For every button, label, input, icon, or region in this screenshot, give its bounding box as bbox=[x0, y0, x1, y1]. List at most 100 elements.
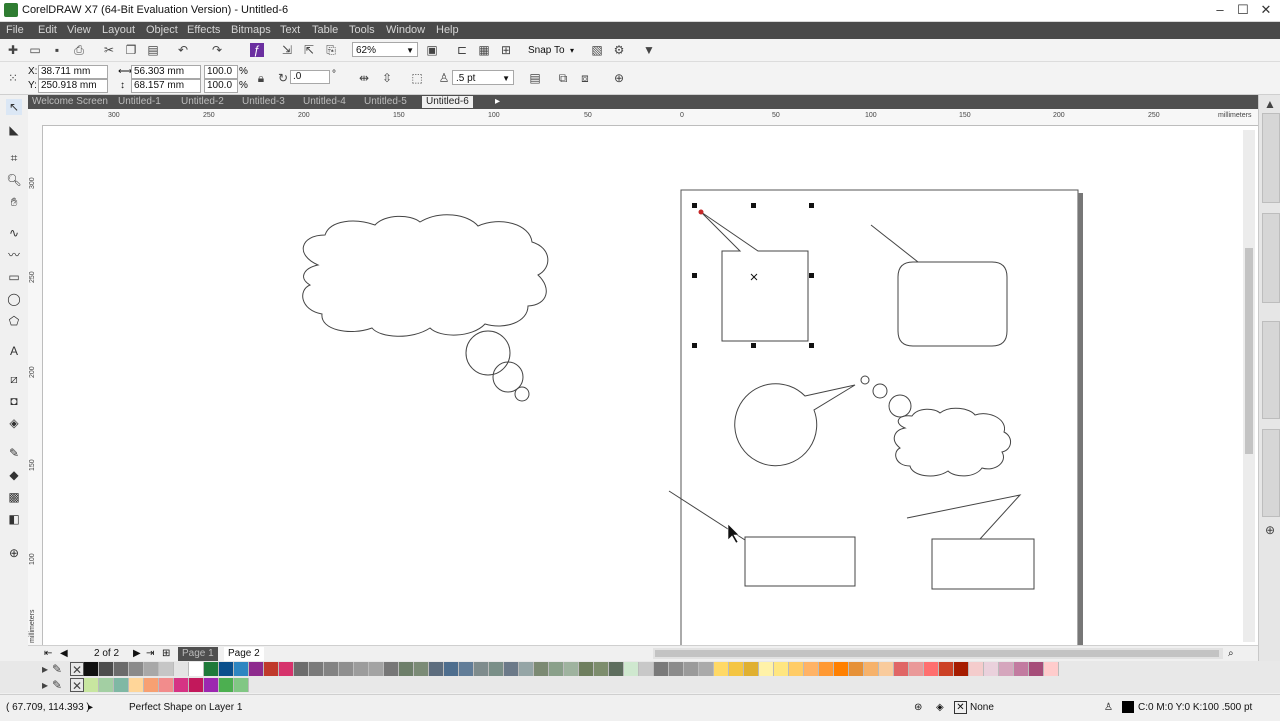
redo-icon[interactable]: ↷ bbox=[210, 43, 224, 57]
freehand-tool-icon[interactable]: ∿ bbox=[6, 225, 22, 241]
show-grid-icon[interactable]: ▦ bbox=[477, 43, 491, 57]
prev-page-icon[interactable]: ◀ bbox=[60, 647, 68, 661]
color-swatch[interactable] bbox=[1029, 662, 1044, 676]
color-swatch[interactable] bbox=[129, 662, 144, 676]
horizontal-scrollbar[interactable] bbox=[653, 648, 1223, 659]
show-rulers-icon[interactable]: ⊏ bbox=[455, 43, 469, 57]
color-swatch[interactable] bbox=[174, 662, 189, 676]
mirror-horizontal-icon[interactable]: ⇹ bbox=[357, 71, 371, 85]
tab-untitled-3[interactable]: Untitled-3 bbox=[238, 96, 289, 108]
color-swatch[interactable] bbox=[894, 662, 909, 676]
pick-tool-icon[interactable]: ↖ bbox=[6, 99, 22, 115]
mesh-fill-icon[interactable]: ▩ bbox=[6, 489, 22, 505]
color-swatch[interactable] bbox=[369, 662, 384, 676]
color-swatch[interactable] bbox=[879, 662, 894, 676]
object-width-field[interactable]: 56.303 mm bbox=[131, 65, 201, 79]
color-swatch[interactable] bbox=[444, 662, 459, 676]
color-swatch[interactable] bbox=[309, 662, 324, 676]
add-tool-icon[interactable]: ⊕ bbox=[6, 545, 22, 561]
thought-bubble-large[interactable] bbox=[465, 330, 511, 376]
show-guidelines-icon[interactable]: ⊞ bbox=[499, 43, 513, 57]
color-swatch[interactable] bbox=[114, 678, 129, 692]
color-swatch[interactable] bbox=[354, 662, 369, 676]
color-proofing-icon[interactable]: ⊛ bbox=[914, 701, 922, 714]
color-swatch[interactable] bbox=[849, 662, 864, 676]
text-tool-icon[interactable]: A bbox=[6, 343, 22, 359]
color-swatch[interactable] bbox=[909, 662, 924, 676]
cut-icon[interactable]: ✂ bbox=[102, 43, 116, 57]
no-color-swatch-icon[interactable]: ✕ bbox=[70, 678, 84, 693]
drawing-area[interactable] bbox=[43, 126, 1258, 645]
page-tab-page-2[interactable]: Page 2 bbox=[224, 647, 264, 661]
color-swatch[interactable] bbox=[294, 662, 309, 676]
application-launcher-icon[interactable]: ▼ bbox=[642, 43, 656, 57]
callout-tip-node[interactable] bbox=[698, 209, 704, 215]
color-swatch[interactable] bbox=[234, 662, 249, 676]
text-wrap-icon[interactable]: ▤ bbox=[528, 71, 542, 85]
color-swatch[interactable] bbox=[219, 662, 234, 676]
color-swatch[interactable] bbox=[669, 662, 684, 676]
x-position-field[interactable]: 38.711 mm bbox=[38, 65, 108, 79]
color-swatch[interactable] bbox=[819, 662, 834, 676]
color-swatch[interactable] bbox=[144, 662, 159, 676]
palette-row-primary[interactable] bbox=[84, 662, 1059, 676]
crop-tool-icon[interactable]: ⌗ bbox=[6, 150, 22, 166]
color-swatch[interactable] bbox=[714, 662, 729, 676]
menu-window[interactable]: Window bbox=[386, 23, 425, 38]
rotation-angle-field[interactable]: .0 bbox=[290, 70, 330, 84]
outline-width-dropdown[interactable]: .5 pt ▼ bbox=[452, 70, 514, 85]
color-swatch[interactable] bbox=[84, 662, 99, 676]
docker-tab-object-manager[interactable] bbox=[1262, 321, 1280, 419]
zoom-level-dropdown[interactable]: 62% ▼ bbox=[352, 42, 418, 57]
tab-welcome-screen[interactable]: Welcome Screen bbox=[28, 96, 112, 108]
search-content-icon[interactable]: ƒ bbox=[250, 43, 264, 57]
new-document-icon[interactable]: ✚ bbox=[6, 43, 20, 57]
shape-tool-icon[interactable]: ◣ bbox=[6, 122, 22, 138]
menu-edit[interactable]: Edit bbox=[38, 23, 57, 38]
menu-view[interactable]: View bbox=[67, 23, 91, 38]
tab-untitled-2[interactable]: Untitled-2 bbox=[177, 96, 228, 108]
import-icon[interactable]: ⇲ bbox=[280, 43, 294, 57]
color-swatch[interactable] bbox=[1014, 662, 1029, 676]
color-swatch[interactable] bbox=[204, 662, 219, 676]
color-swatch[interactable] bbox=[474, 662, 489, 676]
parallel-dimension-icon[interactable]: ⧄ bbox=[6, 371, 22, 387]
color-swatch[interactable] bbox=[174, 678, 189, 692]
color-swatch[interactable] bbox=[489, 662, 504, 676]
object-height-field[interactable]: 68.157 mm bbox=[131, 79, 201, 93]
options-icon[interactable]: ⚙ bbox=[612, 43, 626, 57]
color-swatch[interactable] bbox=[534, 662, 549, 676]
menu-file[interactable]: File bbox=[6, 23, 24, 38]
color-swatch[interactable] bbox=[159, 678, 174, 692]
color-swatch[interactable] bbox=[834, 662, 849, 676]
color-swatch[interactable] bbox=[429, 662, 444, 676]
color-swatch[interactable] bbox=[789, 662, 804, 676]
color-swatch[interactable] bbox=[954, 662, 969, 676]
color-swatch[interactable] bbox=[984, 662, 999, 676]
color-swatch[interactable] bbox=[624, 662, 639, 676]
color-swatch[interactable] bbox=[774, 662, 789, 676]
docker-tab-transformations[interactable] bbox=[1262, 429, 1280, 517]
tab-untitled-6[interactable]: Untitled-6 bbox=[422, 96, 473, 108]
smart-fill-icon[interactable]: ◧ bbox=[6, 511, 22, 527]
drop-shadow-icon[interactable]: ◘ bbox=[6, 393, 22, 409]
color-swatch[interactable] bbox=[864, 662, 879, 676]
zoom-fit-icon[interactable]: ⌕ bbox=[1228, 647, 1234, 661]
menu-effects[interactable]: Effects bbox=[187, 23, 220, 38]
color-swatch[interactable] bbox=[744, 662, 759, 676]
eyedropper-icon[interactable]: ✎ bbox=[6, 445, 22, 461]
pan-tool-icon[interactable]: ✋︎ bbox=[6, 194, 22, 210]
color-swatch[interactable] bbox=[114, 662, 129, 676]
last-page-icon[interactable]: ⇥ bbox=[146, 647, 154, 661]
ellipse-tool-icon[interactable]: ◯ bbox=[6, 291, 22, 307]
copy-icon[interactable]: ❐ bbox=[124, 43, 138, 57]
color-swatch[interactable] bbox=[579, 662, 594, 676]
color-swatch[interactable] bbox=[144, 678, 159, 692]
color-swatch[interactable] bbox=[129, 678, 144, 692]
color-swatch[interactable] bbox=[159, 662, 174, 676]
horizontal-ruler[interactable]: 300 250 200 150 100 50 0 50 100 150 200 … bbox=[28, 109, 1258, 126]
zoom-tool-icon[interactable]: 🔍︎ bbox=[6, 172, 22, 188]
thought-bubble-small[interactable] bbox=[514, 386, 530, 402]
polygon-tool-icon[interactable]: ⬠ bbox=[6, 313, 22, 329]
to-front-icon[interactable]: ⧉ bbox=[556, 71, 570, 85]
